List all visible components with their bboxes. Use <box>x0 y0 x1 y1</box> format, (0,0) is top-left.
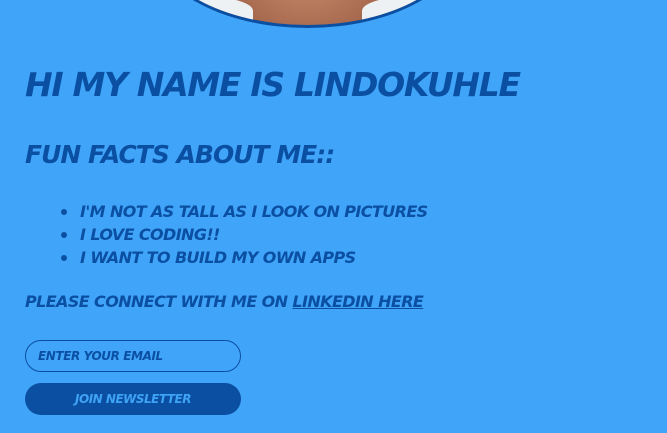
bullet-icon <box>61 255 67 261</box>
page-title: Hi my name is Lindokuhle <box>25 65 521 104</box>
linkedin-link[interactable]: LinkedIn here <box>292 292 423 311</box>
avatar-shirt-right <box>362 0 452 25</box>
avatar-shirt-left <box>163 0 253 25</box>
fun-facts-heading: Fun facts about me:: <box>25 140 335 169</box>
fun-fact-text: I love coding!! <box>80 225 220 244</box>
bullet-icon <box>61 209 67 215</box>
fun-fact-item: I love coding!! <box>61 223 428 246</box>
email-input[interactable] <box>25 340 241 372</box>
profile-avatar <box>150 0 465 28</box>
join-newsletter-button[interactable]: Join newsletter <box>25 383 241 415</box>
connect-line: Please connect with me on LinkedIn here <box>25 290 424 313</box>
fun-fact-text: I'm not as tall as I look on pictures <box>80 202 428 221</box>
bullet-icon <box>61 232 67 238</box>
fun-fact-item: I want to build my own apps <box>61 246 428 269</box>
fun-facts-list: I'm not as tall as I look on pictures I … <box>61 200 428 269</box>
connect-text: Please connect with me on <box>25 292 293 311</box>
fun-fact-item: I'm not as tall as I look on pictures <box>61 200 428 223</box>
fun-fact-text: I want to build my own apps <box>80 248 356 267</box>
